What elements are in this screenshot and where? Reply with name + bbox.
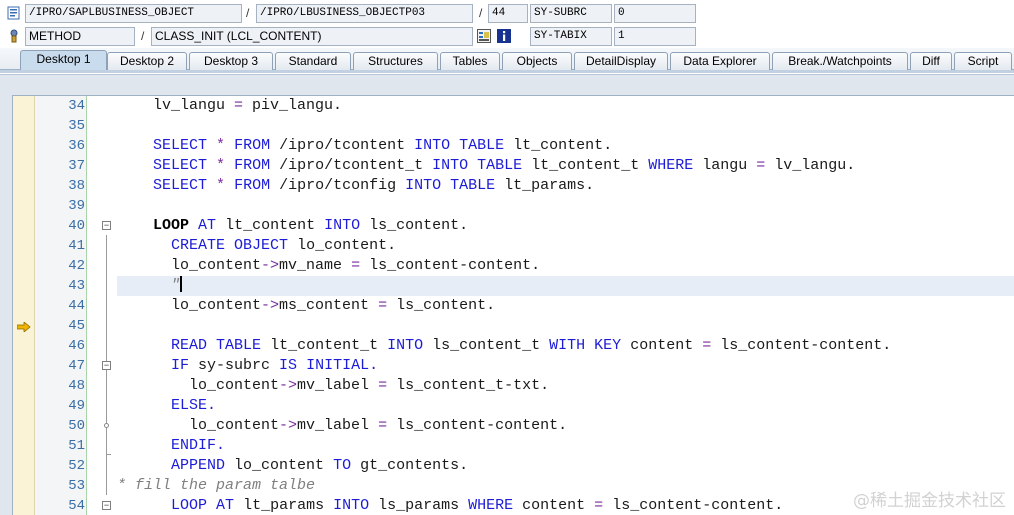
sysvar-name-field-2[interactable]: SY-TABIX [530,27,612,46]
code-line[interactable]: 47 − IF sy-subrc IS INITIAL. [13,356,1014,376]
code-line[interactable]: 50 lo_content->mv_label = ls_content-con… [13,416,1014,436]
code-line[interactable]: 44 lo_content->ms_content = ls_content. [13,296,1014,316]
code-line[interactable]: 37 SELECT * FROM /ipro/tcontent_t INTO T… [13,156,1014,176]
code-line[interactable]: 34 lv_langu = piv_langu. [13,96,1014,116]
code-line[interactable]: 52 APPEND lo_content TO gt_contents. [13,456,1014,476]
line-number: 43 [68,278,85,294]
code-text: ELSE. [171,397,217,414]
event-type-field[interactable]: METHOD [25,27,135,46]
program-icon [7,6,20,20]
debugger-event-header: METHOD / CLASS_INIT (LCL_CONTENT) SY-TAB… [0,26,1014,47]
line-number: 47 [68,358,85,374]
code-line[interactable]: 39 [13,196,1014,216]
line-number: 42 [68,258,85,274]
comment-text: * fill the param talbe [117,477,316,494]
code-text: LOOP AT lt_content INTO ls_content. [153,217,469,234]
tab-data-explorer[interactable]: Data Explorer [670,52,770,70]
tab-structures[interactable]: Structures [353,52,438,70]
source-code-panel: 34 lv_langu = piv_langu. 35 36 SELECT * … [0,74,1014,515]
event-separator: / [141,29,145,43]
code-text: CREATE OBJECT lo_content. [171,237,397,254]
line-number: 52 [68,458,85,474]
code-text: SELECT * FROM /ipro/tcontent INTO TABLE … [153,137,613,154]
code-text: lo_content->ms_content = ls_content. [117,297,496,314]
line-separator: / [479,6,483,20]
code-line[interactable]: 45 [13,316,1014,336]
tab-script[interactable]: Script [954,52,1012,70]
tab-desktop-2[interactable]: Desktop 2 [107,52,187,70]
text-cursor [180,276,183,292]
code-text: READ TABLE lt_content_t INTO ls_content_… [171,337,892,354]
line-number: 48 [68,378,85,394]
line-number: 44 [68,298,85,314]
include-name-field[interactable]: /IPRO/LBUSINESS_OBJECTP03 [256,4,473,23]
path-separator: / [246,6,250,20]
code-line[interactable]: 35 [13,116,1014,136]
line-number: 50 [68,418,85,434]
code-text: SELECT * FROM /ipro/tconfig INTO TABLE l… [153,177,595,194]
line-number: 39 [68,198,85,214]
tab-standard[interactable]: Standard [275,52,351,70]
line-number: 51 [68,438,85,454]
sysvar-value-field-2[interactable]: 1 [614,27,696,46]
collapse-block-icon[interactable]: − [102,361,111,370]
line-number: 49 [68,398,85,414]
code-text: lo_content->mv_name = ls_content-content… [117,257,541,274]
code-line[interactable]: 48 lo_content->mv_label = ls_content_t-t… [13,376,1014,396]
method-icon [10,29,18,43]
code-text: ENDIF. [171,437,226,454]
line-number: 54 [68,498,85,514]
code-text: SELECT * FROM /ipro/tcontent_t INTO TABL… [153,157,856,174]
line-number: 45 [68,318,85,334]
tab-detail-display[interactable]: DetailDisplay [574,52,668,70]
abap-source-editor[interactable]: 34 lv_langu = piv_langu. 35 36 SELECT * … [12,95,1014,515]
code-line[interactable]: 49 ELSE. [13,396,1014,416]
code-line[interactable]: 42 lo_content->mv_name = ls_content-cont… [13,256,1014,276]
tab-diff[interactable]: Diff [910,52,952,70]
collapse-block-icon[interactable]: − [102,221,111,230]
line-number: 34 [68,98,85,114]
tab-objects[interactable]: Objects [502,52,572,70]
debugger-desktop-tabs: Desktop 1 Desktop 2 Desktop 3 Standard S… [0,48,1014,73]
tab-desktop-3[interactable]: Desktop 3 [189,52,273,70]
tab-desktop-1[interactable]: Desktop 1 [20,50,107,70]
code-line[interactable]: 36 SELECT * FROM /ipro/tcontent INTO TAB… [13,136,1014,156]
collapse-block-icon[interactable]: − [102,501,111,510]
line-number: 46 [68,338,85,354]
sysvar-name-field[interactable]: SY-SUBRC [530,4,612,23]
code-line[interactable]: 46 READ TABLE lt_content_t INTO ls_conte… [13,336,1014,356]
sysvar-value-field[interactable]: 0 [614,4,696,23]
code-text: lo_content->mv_label = ls_content-conten… [117,417,568,434]
code-line[interactable]: 38 SELECT * FROM /ipro/tconfig INTO TABL… [13,176,1014,196]
info-icon[interactable] [496,28,512,44]
tab-tables[interactable]: Tables [440,52,500,70]
tab-break-watchpoints[interactable]: Break./Watchpoints [772,52,908,70]
line-number: 41 [68,238,85,254]
code-line[interactable]: 41 CREATE OBJECT lo_content. [13,236,1014,256]
line-number: 38 [68,178,85,194]
code-text: " [171,276,183,294]
current-line-highlight [117,276,1014,296]
watermark: @稀土掘金技术社区 [853,491,1006,511]
code-text: APPEND lo_content TO gt_contents. [171,457,469,474]
event-name-field[interactable]: CLASS_INIT (LCL_CONTENT) [151,27,473,46]
code-text: lv_langu = piv_langu. [117,97,343,114]
display-structure-icon[interactable] [476,28,492,44]
code-text: lo_content->mv_label = ls_content_t-txt. [117,377,550,394]
debugger-source-header: /IPRO/SAPLBUSINESS_OBJECT / /IPRO/LBUSIN… [0,3,1014,24]
code-line[interactable]: 51 ENDIF. [13,436,1014,456]
line-number-field[interactable]: 44 [488,4,528,23]
line-number: 40 [68,218,85,234]
code-text: LOOP AT lt_params INTO ls_params WHERE c… [171,497,784,514]
line-number: 35 [68,118,85,134]
line-number: 37 [68,158,85,174]
code-line-current[interactable]: 43 " [13,276,1014,296]
code-line[interactable]: 40 − LOOP AT lt_content INTO ls_content. [13,216,1014,236]
program-name-field[interactable]: /IPRO/SAPLBUSINESS_OBJECT [25,4,242,23]
code-text: IF sy-subrc IS INITIAL. [171,357,379,374]
line-number: 36 [68,138,85,154]
line-number: 53 [68,478,85,494]
